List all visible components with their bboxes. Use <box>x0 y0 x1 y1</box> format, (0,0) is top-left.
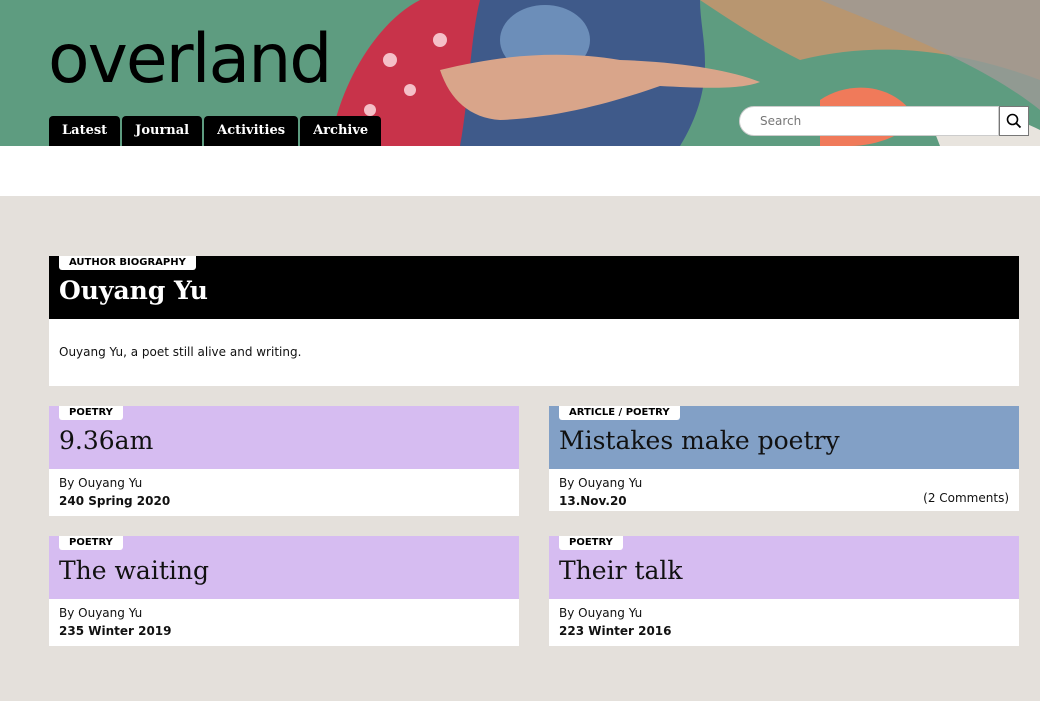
article-card[interactable]: POETRY Their talk By Ouyang Yu 223 Winte… <box>549 536 1019 646</box>
article-byline[interactable]: By Ouyang Yu <box>59 476 142 490</box>
search-input[interactable] <box>739 106 999 136</box>
article-byline[interactable]: By Ouyang Yu <box>59 606 142 620</box>
article-title-link[interactable]: The waiting <box>59 556 209 585</box>
search-icon <box>1006 113 1022 129</box>
article-title-link[interactable]: 9.36am <box>59 426 153 455</box>
article-title[interactable]: Their talk <box>559 556 683 585</box>
article-issue[interactable]: 223 Winter 2016 <box>559 624 672 638</box>
article-title[interactable]: 9.36am <box>59 426 153 455</box>
nav-tab-journal[interactable]: Journal <box>122 116 203 146</box>
article-card-header: POETRY Their talk <box>549 536 1019 599</box>
article-byline[interactable]: By Ouyang Yu <box>559 606 642 620</box>
author-bio-card: AUTHOR BIOGRAPHY Ouyang Yu Ouyang Yu, a … <box>49 256 1019 386</box>
article-card[interactable]: ARTICLE / POETRY Mistakes make poetry By… <box>549 406 1019 511</box>
svg-text:overland: overland <box>48 26 330 90</box>
author-name: Ouyang Yu <box>59 276 208 305</box>
article-card-header: POETRY The waiting <box>49 536 519 599</box>
header-spacer <box>0 146 1040 196</box>
article-category-tag[interactable]: ARTICLE / POETRY <box>559 406 680 420</box>
nav-tab-latest[interactable]: Latest <box>49 116 121 146</box>
article-comments-link[interactable]: (2 Comments) <box>923 491 1009 505</box>
main-nav: Latest Journal Activities Archive <box>49 116 382 146</box>
article-title[interactable]: The waiting <box>59 556 209 585</box>
article-category-tag[interactable]: POETRY <box>59 536 123 550</box>
author-bio-header: AUTHOR BIOGRAPHY Ouyang Yu <box>49 256 1019 319</box>
overland-logo[interactable]: overland <box>48 26 408 90</box>
article-issue[interactable]: 235 Winter 2019 <box>59 624 172 638</box>
article-title[interactable]: Mistakes make poetry <box>559 426 840 455</box>
nav-tab-activities[interactable]: Activities <box>204 116 299 146</box>
article-category-tag[interactable]: POETRY <box>59 406 123 420</box>
author-bio-text: Ouyang Yu, a poet still alive and writin… <box>59 345 302 359</box>
article-card[interactable]: POETRY 9.36am By Ouyang Yu 240 Spring 20… <box>49 406 519 516</box>
article-issue[interactable]: 240 Spring 2020 <box>59 494 170 508</box>
article-title-link[interactable]: Mistakes make poetry <box>559 426 840 455</box>
search-button[interactable] <box>999 106 1029 136</box>
article-date: 13.Nov.20 <box>559 494 627 508</box>
nav-tab-archive[interactable]: Archive <box>300 116 382 146</box>
article-category-tag[interactable]: POETRY <box>559 536 623 550</box>
article-card-header: POETRY 9.36am <box>49 406 519 469</box>
site-header: overland Latest Journal Activities Archi… <box>0 0 1040 146</box>
article-byline[interactable]: By Ouyang Yu <box>559 476 642 490</box>
article-card[interactable]: POETRY The waiting By Ouyang Yu 235 Wint… <box>49 536 519 646</box>
article-card-header: ARTICLE / POETRY Mistakes make poetry <box>549 406 1019 469</box>
search-bar <box>739 106 1029 136</box>
article-title-link[interactable]: Their talk <box>559 556 683 585</box>
author-bio-tag: AUTHOR BIOGRAPHY <box>59 256 196 270</box>
